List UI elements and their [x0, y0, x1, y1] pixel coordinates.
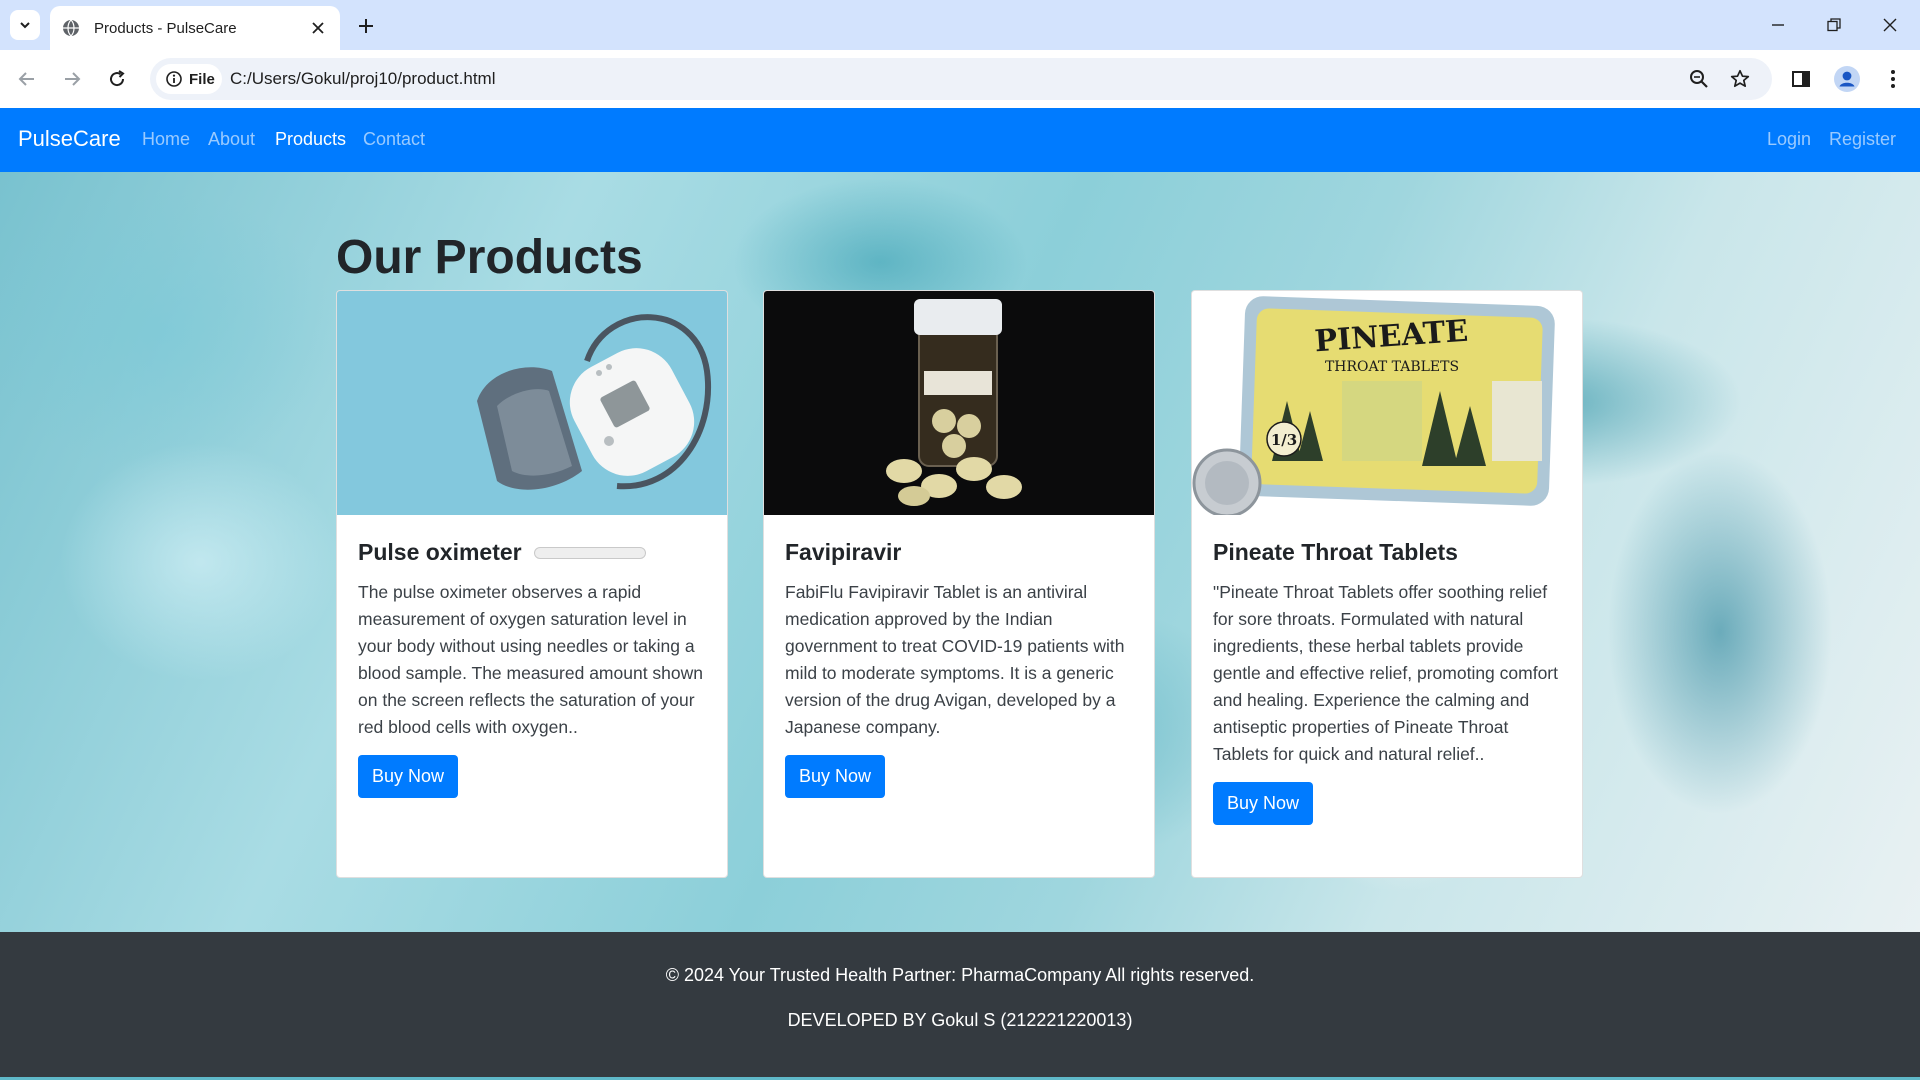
product-description: The pulse oximeter observes a rapid meas…: [358, 582, 704, 737]
close-icon: [312, 22, 324, 34]
buy-now-button[interactable]: Buy Now: [785, 755, 886, 798]
bookmark-button[interactable]: [1728, 67, 1752, 91]
address-bar[interactable]: File C:/Users/Gokul/proj10/product.html: [150, 58, 1772, 100]
nav-link-contact[interactable]: Contact: [363, 129, 425, 150]
site-navbar: PulseCare Home About Products Contact Lo…: [0, 108, 1920, 172]
products-section: Our Products Pulse oximeter The pulse ox…: [0, 172, 1920, 932]
nav-link-login[interactable]: Login: [1767, 129, 1811, 150]
forward-button[interactable]: [57, 64, 87, 94]
nav-link-register[interactable]: Register: [1829, 129, 1896, 150]
url-text[interactable]: C:/Users/Gokul/proj10/product.html: [230, 69, 496, 89]
nav-link-about[interactable]: About: [208, 129, 255, 150]
page-title: Our Products: [336, 231, 643, 284]
product-image-blood-pressure-monitor: [337, 291, 727, 515]
product-image-pill-bottle: [764, 291, 1154, 515]
reload-icon: [110, 70, 125, 87]
site-footer: © 2024 Your Trusted Health Partner: Phar…: [0, 932, 1920, 1080]
tin-subtitle: THROAT TABLETS: [1325, 359, 1459, 375]
browser-tab-bar: Products - PulseCare: [0, 0, 1920, 50]
tab-title: Products - PulseCare: [94, 19, 237, 37]
minimize-icon: [1772, 24, 1784, 26]
product-title: Favipiravir: [785, 539, 902, 565]
plus-icon: [359, 19, 373, 33]
product-title: Pineate Throat Tablets: [1213, 539, 1458, 565]
zoom-icon: [1690, 70, 1708, 88]
title-decoration: [533, 546, 646, 559]
tab-search-button[interactable]: [10, 10, 40, 40]
zoom-button[interactable]: [1687, 67, 1711, 91]
product-description: FabiFlu Favipiravir Tablet is an antivir…: [785, 582, 1125, 737]
more-vertical-icon: [1891, 70, 1895, 88]
buy-now-button[interactable]: Buy Now: [1213, 782, 1314, 825]
back-button[interactable]: [12, 64, 42, 94]
nav-link-products[interactable]: Products: [275, 129, 346, 150]
page-content: PulseCare Home About Products Contact Lo…: [0, 108, 1920, 1080]
side-panel-icon: [1792, 71, 1810, 87]
info-icon: [166, 71, 182, 87]
reload-button[interactable]: [102, 64, 132, 94]
site-info-label: File: [189, 70, 215, 88]
close-window-button[interactable]: [1862, 0, 1918, 50]
profile-button[interactable]: [1833, 65, 1861, 93]
minimize-button[interactable]: [1750, 0, 1806, 50]
footer-developer-credit: DEVELOPED BY Gokul S (212221220013): [787, 1010, 1133, 1030]
tin-price: 1/3: [1271, 431, 1297, 449]
product-title-text: Pulse oximeter: [358, 539, 522, 565]
tab-close-button[interactable]: [308, 18, 328, 38]
site-info-chip[interactable]: File: [156, 64, 222, 94]
product-title: Pulse oximeter: [358, 539, 708, 566]
product-card-pulse-oximeter: Pulse oximeter The pulse oximeter observ…: [336, 290, 728, 878]
browser-toolbar: File C:/Users/Gokul/proj10/product.html: [0, 50, 1920, 108]
product-card-favipiravir: Favipiravir FabiFlu Favipiravir Tablet i…: [763, 290, 1155, 878]
star-icon: [1730, 69, 1750, 88]
navbar-brand[interactable]: PulseCare: [18, 126, 121, 152]
chevron-down-icon: [20, 22, 30, 29]
buy-now-button[interactable]: Buy Now: [358, 755, 459, 798]
browser-menu-button[interactable]: [1879, 65, 1907, 93]
side-panel-button[interactable]: [1787, 65, 1815, 93]
close-icon: [1883, 18, 1897, 32]
new-tab-button[interactable]: [352, 12, 380, 40]
product-card-pineate-throat-tablets: PINEATE THROAT TABLETS 1/3 Pineate Throa…: [1191, 290, 1583, 878]
arrow-right-icon: [65, 72, 81, 86]
nav-link-home[interactable]: Home: [142, 129, 190, 150]
restore-icon: [1827, 18, 1841, 32]
restore-button[interactable]: [1806, 0, 1862, 50]
browser-tab-active[interactable]: Products - PulseCare: [50, 6, 340, 50]
product-image-throat-tablet-tin: PINEATE THROAT TABLETS 1/3: [1192, 291, 1582, 515]
footer-copyright: © 2024 Your Trusted Health Partner: Phar…: [665, 965, 1255, 985]
avatar-icon: [1834, 66, 1860, 92]
product-description: "Pineate Throat Tablets offer soothing r…: [1213, 582, 1559, 764]
arrow-left-icon: [18, 72, 34, 86]
globe-icon: [63, 19, 79, 37]
